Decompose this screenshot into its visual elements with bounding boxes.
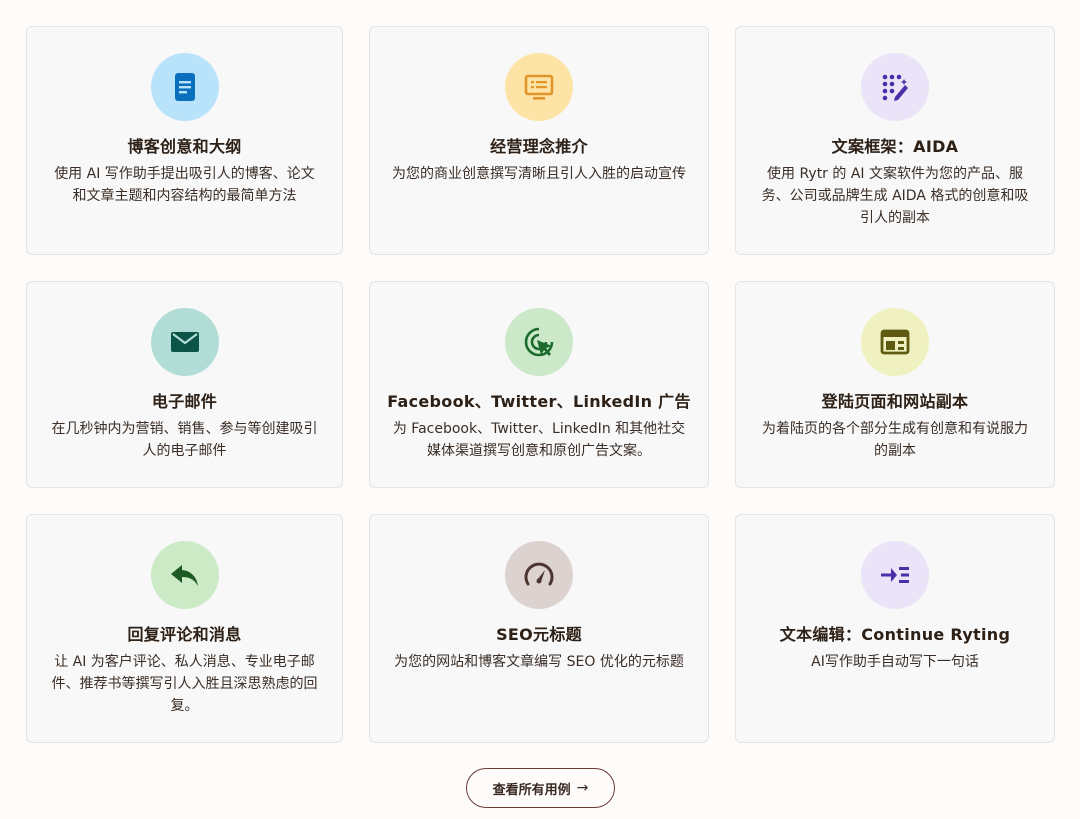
presentation-icon	[505, 53, 573, 121]
use-case-card[interactable]: 电子邮件在几秒钟内为营销、销售、参与等创建吸引人的电子邮件	[26, 281, 343, 488]
magic-grid-icon	[861, 53, 929, 121]
card-title: 登陆页面和网站副本	[821, 392, 969, 411]
mail-icon	[150, 308, 219, 376]
view-all-use-cases-button[interactable]: 查看所有用例 →	[466, 768, 615, 808]
card-description: 使用 Rytr 的 AI 文案软件为您的产品、服务、公司或品牌生成 AIDA 格…	[761, 166, 1029, 226]
reply-icon	[150, 541, 219, 609]
card-description: 为您的商业创意撰写清晰且引人入胜的启动宣传	[392, 166, 686, 182]
card-title: 电子邮件	[151, 392, 218, 411]
web-layout-icon	[861, 308, 929, 376]
card-title: SEO元标题	[496, 625, 582, 644]
card-title: 博客创意和大纲	[127, 137, 242, 156]
continue-text-icon	[861, 541, 929, 609]
card-title: 文案框架：AIDA	[831, 137, 959, 156]
card-description: 使用 AI 写作助手提出吸引人的博客、论文和文章主题和内容结构的最简单方法	[54, 166, 315, 204]
card-title: 文本编辑：Continue Ryting	[779, 625, 1011, 644]
use-case-card[interactable]: 回复评论和消息让 AI 为客户评论、私人消息、专业电子邮件、推荐书等撰写引人入胜…	[26, 514, 343, 743]
use-case-card[interactable]: 经营理念推介为您的商业创意撰写清晰且引人入胜的启动宣传	[369, 26, 709, 255]
use-case-card[interactable]: 文案框架：AIDA 使用 Rytr 的 AI 文案软件为您的产品、服务、公司或品牌…	[735, 26, 1055, 255]
card-description: 让 AI 为客户评论、私人消息、专业电子邮件、推荐书等撰写引人入胜且深思熟虑的回…	[51, 654, 318, 714]
arrow-right-icon: →	[576, 780, 589, 796]
card-description: AI写作助手自动写下一句话	[811, 654, 979, 670]
view-all-label: 查看所有用例	[492, 782, 571, 798]
use-case-card[interactable]: Facebook、Twitter、LinkedIn 广告为 Facebook、T…	[369, 281, 709, 488]
speedometer-icon	[505, 541, 573, 609]
card-description: 为 Facebook、Twitter、LinkedIn 和其他社交媒体渠道撰写创…	[392, 421, 686, 459]
card-title: Facebook、Twitter、LinkedIn 广告	[387, 392, 691, 411]
card-title: 回复评论和消息	[127, 625, 242, 644]
card-description: 为您的网站和博客文章编写 SEO 优化的元标题	[394, 654, 684, 670]
use-case-card[interactable]: SEO元标题为您的网站和博客文章编写 SEO 优化的元标题	[369, 514, 709, 743]
card-description: 为着陆页的各个部分生成有创意和有说服力的副本	[762, 421, 1028, 459]
use-case-card[interactable]: 文本编辑：Continue Ryting AI写作助手自动写下一句话	[735, 514, 1055, 743]
card-description: 在几秒钟内为营销、销售、参与等创建吸引人的电子邮件	[51, 421, 318, 459]
document-icon	[150, 53, 219, 121]
use-case-card[interactable]: 登陆页面和网站副本为着陆页的各个部分生成有创意和有说服力的副本	[735, 281, 1055, 488]
target-click-icon	[505, 308, 573, 376]
use-case-card[interactable]: 博客创意和大纲使用 AI 写作助手提出吸引人的博客、论文和文章主题和内容结构的最…	[26, 26, 343, 255]
card-title: 经营理念推介	[490, 137, 588, 156]
